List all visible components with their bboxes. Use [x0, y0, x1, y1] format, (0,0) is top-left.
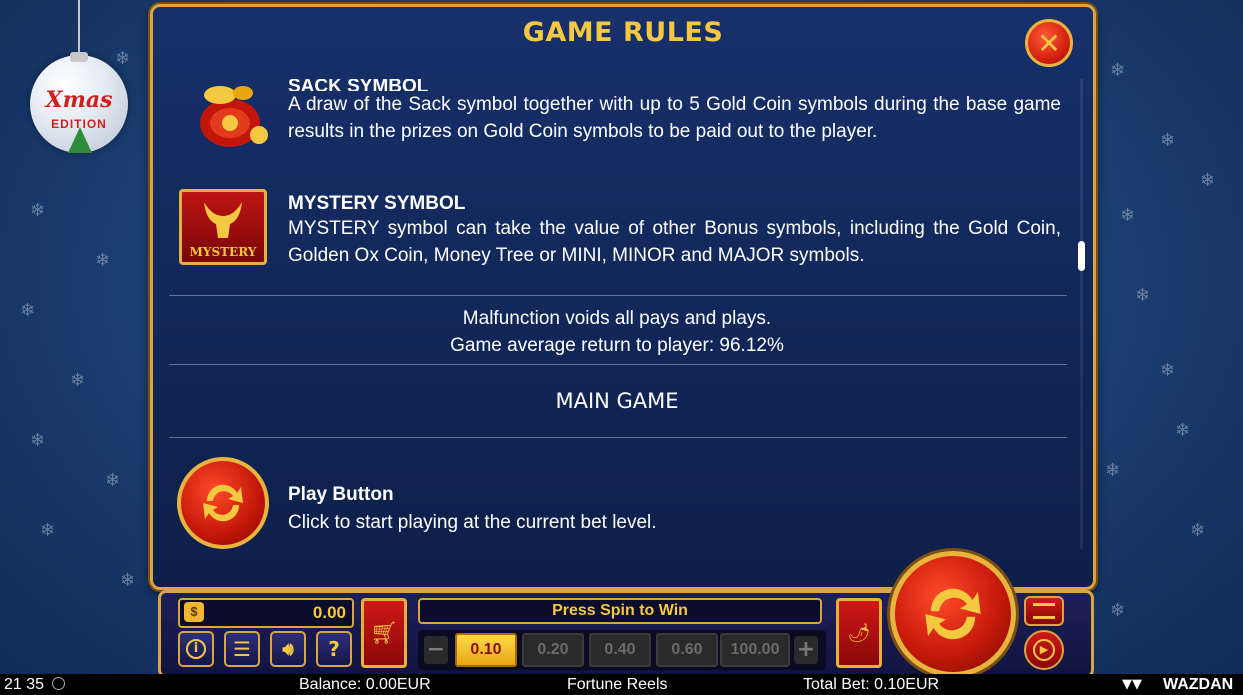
ornament-cap [70, 52, 88, 62]
menu-button[interactable]: ☰ [224, 631, 260, 667]
bet-option[interactable]: 0.40 [589, 633, 651, 667]
sack-symbol-icon [200, 86, 268, 147]
sack-rule-description: A draw of the Sack symbol together with … [288, 94, 1061, 142]
refresh-arrows-icon [203, 484, 243, 522]
mystery-rule-title: MYSTERY SYMBOL [288, 193, 466, 214]
rules-content[interactable]: SACK SYMBOL A draw of the Sack symbol to… [167, 79, 1067, 557]
help-button[interactable]: ? [316, 631, 352, 667]
play-button-rule-description: Click to start playing at the current be… [288, 512, 657, 533]
ornament-xmas-text: Xmas [45, 87, 113, 113]
game-rules-panel: GAME RULES ✕ SACK SYMBOL A draw of the S… [150, 4, 1096, 590]
scrollbar-thumb[interactable] [1078, 241, 1085, 271]
divider [169, 437, 1067, 438]
brand-name: WAZDAN [1163, 676, 1234, 693]
wazdan-logo-icon: ▼▼ [1122, 677, 1142, 692]
bet-decrease-button[interactable]: − [424, 636, 448, 664]
sack-rule: SACK SYMBOL A draw of the Sack symbol to… [288, 79, 1061, 145]
mystery-symbol-icon: MYSTERY [179, 189, 267, 265]
mystery-icon-label: MYSTERY [189, 245, 257, 259]
bet-option[interactable]: 0.20 [522, 633, 584, 667]
malfunction-notice: Malfunction voids all pays and plays. [462, 308, 772, 329]
clock-time: 21 35 [4, 676, 45, 693]
sack-rule-title: SACK SYMBOL [288, 79, 429, 91]
bet-option-selected[interactable]: 0.10 [455, 633, 517, 667]
play-button-rule: Play Button Click to start playing at th… [288, 484, 1061, 536]
christmas-tree-icon [68, 127, 92, 153]
quick-spin-button[interactable] [1024, 596, 1064, 626]
sound-button[interactable]: 🔊︎ [270, 631, 306, 667]
play-button-rule-title: Play Button [288, 484, 394, 505]
clock-icon [52, 677, 65, 690]
status-total-bet: Total Bet: 0.10EUR [803, 676, 940, 693]
spin-button[interactable] [890, 551, 1016, 677]
info-button[interactable]: i [178, 631, 214, 667]
balance-display: $ 0.00 [178, 598, 354, 628]
close-button[interactable]: ✕ [1025, 19, 1073, 67]
autoplay-icon: ▶ [1033, 639, 1055, 661]
bet-option[interactable]: 0.60 [656, 633, 718, 667]
play-button-icon [177, 457, 269, 549]
status-bar: 21 35 Balance: 0.00EUR Fortune Reels Tot… [0, 674, 1243, 695]
speed-icon [1033, 603, 1055, 619]
ornament-bauble: Xmas EDITION [30, 55, 128, 153]
rtp-notice: Game average return to player: 96.12% [450, 335, 784, 356]
chili-feature-button[interactable]: 🌶︎ [836, 598, 882, 668]
scroll-track[interactable] [1080, 79, 1083, 549]
sound-icon: 🔊︎ [282, 638, 294, 660]
mystery-rule: MYSTERY SYMBOL MYSTERY symbol can take t… [288, 193, 1061, 269]
bet-option[interactable]: 100.00 [720, 633, 790, 667]
status-balance: Balance: 0.00EUR [299, 676, 431, 693]
info-icon: i [186, 639, 206, 659]
ornament-string [78, 0, 80, 58]
divider [169, 364, 1067, 365]
balance-value: 0.00 [312, 603, 346, 622]
main-game-heading: MAIN GAME [555, 389, 679, 413]
cart-icon: 🛒︎ [370, 620, 398, 645]
mystery-rule-description: MYSTERY symbol can take the value of oth… [288, 218, 1061, 266]
buy-feature-button[interactable]: 🛒︎ [361, 598, 407, 668]
divider [169, 295, 1067, 296]
money-bag-icon: $ [184, 602, 204, 622]
game-name: Fortune Reels [567, 676, 668, 693]
panel-title: GAME RULES [522, 17, 724, 48]
message-display: Press Spin to Win [418, 598, 822, 624]
bet-increase-button[interactable]: + [794, 636, 818, 664]
menu-icon: ☰ [233, 637, 251, 661]
ox-head-icon [204, 202, 242, 238]
spin-arrows-icon [925, 588, 981, 640]
chili-icon: 🌶︎ [847, 622, 871, 643]
autoplay-button[interactable]: ▶ [1024, 630, 1064, 670]
